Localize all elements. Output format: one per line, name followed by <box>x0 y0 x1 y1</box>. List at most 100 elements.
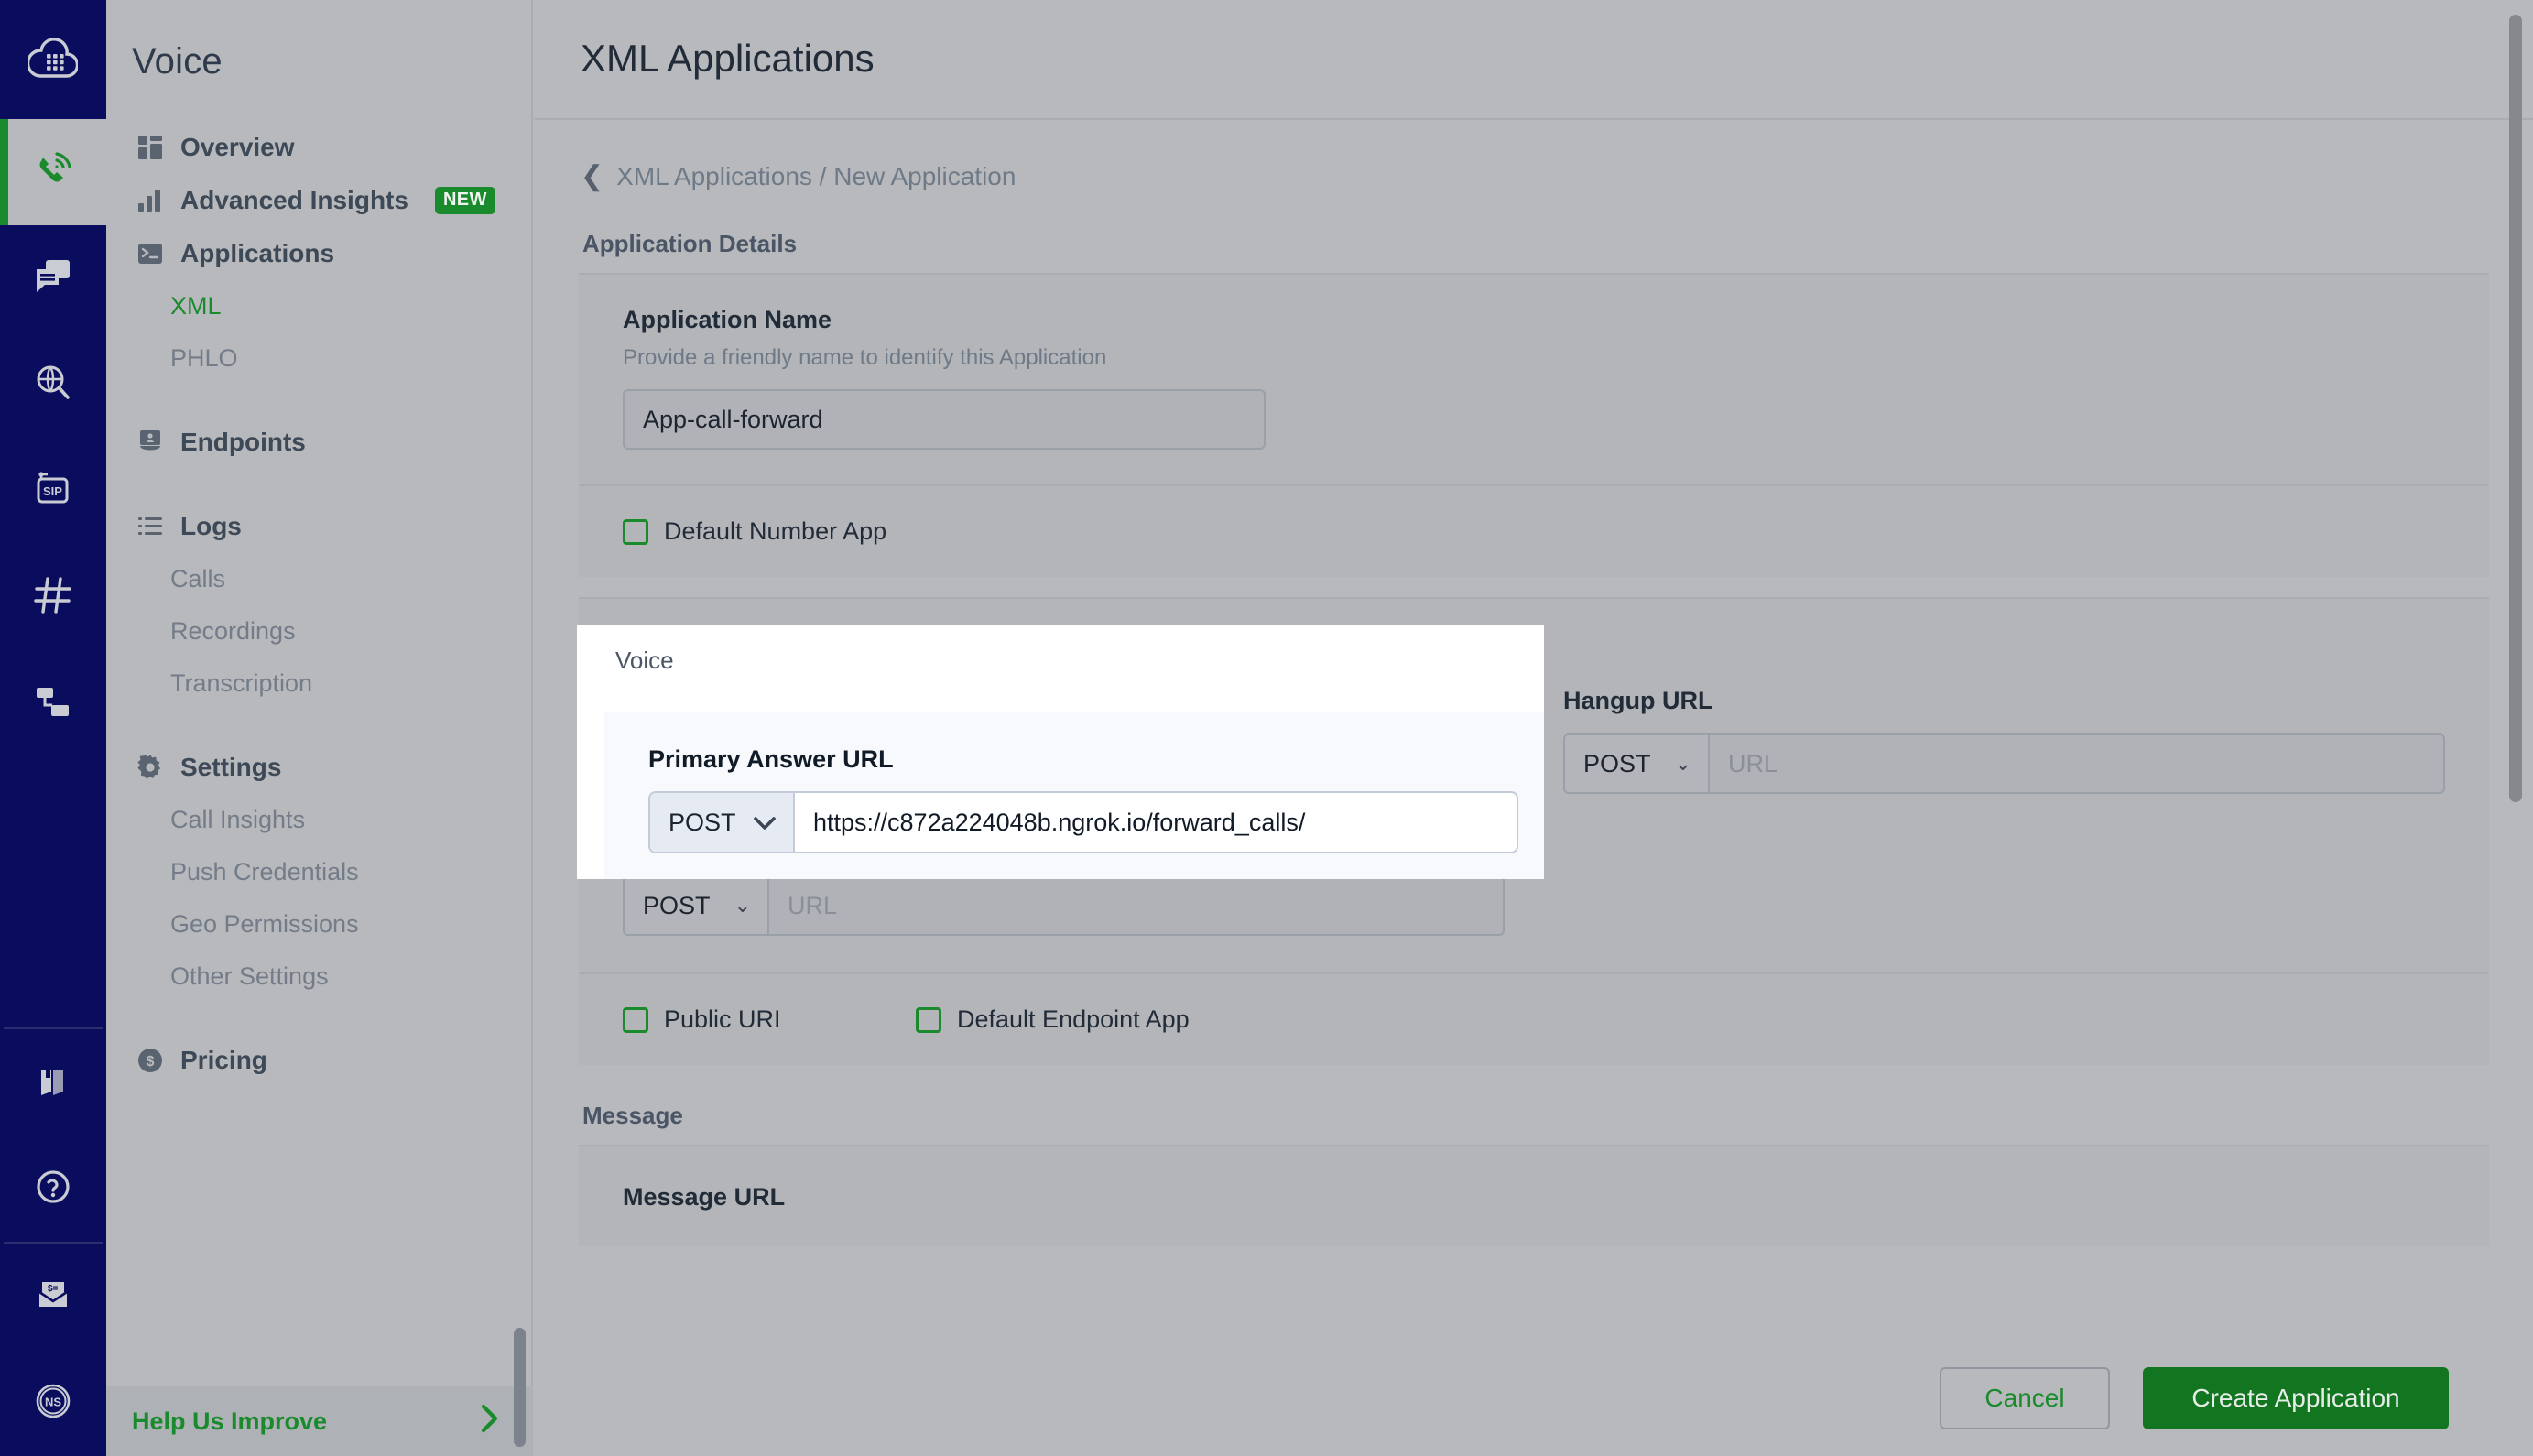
sidebar-item-label: Pricing <box>180 1046 267 1075</box>
sidebar-item-recordings[interactable]: Recordings <box>106 605 531 657</box>
sidebar-item-label: Logs <box>180 512 242 541</box>
svg-text:$=: $= <box>48 1284 59 1294</box>
sidebar-item-label: Calls <box>170 565 225 593</box>
fallback-answer-url-input[interactable]: URL <box>769 877 1503 934</box>
application-details-heading: Application Details <box>535 191 2533 258</box>
voice-section-title: Voice <box>577 625 1544 675</box>
hangup-url-method-select[interactable]: POST ⌄ <box>1565 735 1710 792</box>
breadcrumb[interactable]: ❮ XML Applications / New Application <box>535 120 2533 191</box>
question-circle-icon <box>32 1166 74 1212</box>
rail-item-flows[interactable] <box>0 650 106 756</box>
app-window: SIP <box>0 0 2533 1456</box>
rail-item-help[interactable] <box>0 1135 106 1242</box>
sidebar-item-label: Geo Permissions <box>170 910 359 939</box>
spotlight-method-select[interactable]: POST <box>650 793 795 852</box>
sidebar-item-endpoints[interactable]: Endpoints <box>106 416 531 469</box>
sidebar-item-logs[interactable]: Logs <box>106 500 531 553</box>
sidebar-item-label: Call Insights <box>170 806 305 834</box>
message-section-heading: Message <box>535 1065 2533 1130</box>
sidebar-item-push-credentials[interactable]: Push Credentials <box>106 846 531 898</box>
default-number-app-label: Default Number App <box>664 517 886 546</box>
hash-icon <box>32 574 74 621</box>
sidebar-item-phlo[interactable]: PHLO <box>106 332 531 385</box>
sidebar-item-pricing[interactable]: $ Pricing <box>106 1034 531 1087</box>
sidebar-title: Voice <box>106 0 531 82</box>
default-endpoint-app-label: Default Endpoint App <box>957 1005 1190 1034</box>
sidebar-item-calls[interactable]: Calls <box>106 553 531 605</box>
default-number-app-checkbox[interactable]: Default Number App <box>623 517 886 546</box>
spotlight-primary-answer-url-input[interactable]: https://c872a224048b.ngrok.io/forward_ca… <box>795 793 1517 852</box>
fallback-url-right-spacer <box>1563 829 2445 936</box>
chevron-down-icon: ⌄ <box>1675 754 1691 774</box>
breadcrumb-label: XML Applications / New Application <box>616 162 1016 191</box>
create-application-button[interactable]: Create Application <box>2143 1367 2449 1429</box>
rail-item-sip-trunking[interactable]: SIP <box>0 438 106 544</box>
application-name-input[interactable]: App-call-forward <box>623 389 1266 450</box>
flow-nodes-icon <box>31 679 75 728</box>
sidebar-scrollbar[interactable] <box>514 1328 526 1447</box>
rail-item-docs[interactable] <box>0 1029 106 1135</box>
sidebar-item-label: Push Credentials <box>170 858 359 886</box>
rail-item-account[interactable]: NS <box>0 1350 106 1456</box>
spotlight-voice-card: Primary Answer URL POST https://c872a224… <box>604 712 1544 879</box>
spotlight-highlight-region: Voice Primary Answer URL POST https://c8… <box>577 625 1544 879</box>
fallback-answer-url-field[interactable]: POST ⌄ URL <box>623 875 1505 936</box>
rail-item-voice[interactable] <box>0 119 106 225</box>
checkbox-icon <box>623 1007 648 1033</box>
method-value: POST <box>643 892 711 920</box>
page-title: XML Applications <box>581 37 2533 81</box>
dollar-circle-icon: $ <box>136 1046 165 1075</box>
method-value: POST <box>1583 750 1651 778</box>
primary-icon-rail: SIP <box>0 0 106 1456</box>
sidebar-item-label: Transcription <box>170 669 312 698</box>
message-url-label: Message URL <box>623 1183 2445 1212</box>
rail-item-lookup[interactable] <box>0 331 106 438</box>
hangup-url-field[interactable]: POST ⌄ URL <box>1563 733 2445 794</box>
sidebar-item-label: Endpoints <box>180 428 306 457</box>
main-header: XML Applications <box>535 0 2533 120</box>
rail-item-billing[interactable]: $= <box>0 1244 106 1350</box>
sidebar-item-settings[interactable]: Settings <box>106 741 531 794</box>
sidebar-item-label: Other Settings <box>170 962 329 991</box>
spotlight-primary-answer-url-field[interactable]: POST https://c872a224048b.ngrok.io/forwa… <box>648 791 1518 853</box>
sidebar-item-call-insights[interactable]: Call Insights <box>106 794 531 846</box>
sidebar-item-other-settings[interactable]: Other Settings <box>106 951 531 1003</box>
rail-bottom-group: $= NS <box>0 1027 106 1456</box>
sidebar-item-overview[interactable]: Overview <box>106 121 531 174</box>
nav-spacer-4 <box>106 1003 531 1034</box>
chevron-right-icon <box>480 1404 500 1440</box>
public-uri-checkbox[interactable]: Public URI <box>623 1005 916 1034</box>
checkbox-icon <box>623 519 648 545</box>
hangup-url-label: Hangup URL <box>1563 687 2445 715</box>
sidebar-item-advanced-insights[interactable]: Advanced Insights NEW <box>106 174 531 227</box>
fallback-answer-url-method-select[interactable]: POST ⌄ <box>625 877 769 934</box>
svg-text:$: $ <box>147 1054 155 1070</box>
message-card: Message URL <box>579 1145 2489 1246</box>
ns-avatar-icon: NS <box>31 1379 75 1428</box>
application-name-label: Application Name <box>623 306 2445 334</box>
help-us-improve-button[interactable]: Help Us Improve <box>106 1386 533 1456</box>
sidebar-item-xml[interactable]: XML <box>106 280 531 332</box>
cancel-button[interactable]: Cancel <box>1940 1367 2110 1429</box>
sidebar-nav: Overview Advanced Insights NEW <box>106 121 531 1087</box>
rail-item-messaging[interactable] <box>0 225 106 331</box>
sidebar-item-geo-permissions[interactable]: Geo Permissions <box>106 898 531 951</box>
message-url-row: Message URL <box>579 1146 2489 1246</box>
help-us-improve-label: Help Us Improve <box>132 1407 327 1436</box>
terminal-prompt-icon <box>136 239 165 268</box>
app-logo[interactable] <box>0 0 106 119</box>
sidebar-item-label: Settings <box>180 753 281 782</box>
footer-action-bar: Cancel Create Application <box>535 1341 2533 1456</box>
bar-chart-icon <box>136 186 165 215</box>
chevron-left-icon: ❮ <box>581 163 603 190</box>
sidebar-item-applications[interactable]: Applications <box>106 227 531 280</box>
sidebar-item-label: Overview <box>180 133 295 162</box>
sidebar-item-transcription[interactable]: Transcription <box>106 657 531 710</box>
main-scrollbar[interactable] <box>2509 15 2522 802</box>
application-name-row: Application Name Provide a friendly name… <box>579 275 2489 484</box>
spotlight-primary-answer-url-label: Primary Answer URL <box>648 745 1544 774</box>
rail-item-phone-numbers[interactable] <box>0 544 106 650</box>
hangup-url-input[interactable]: URL <box>1710 735 2443 792</box>
default-endpoint-app-checkbox[interactable]: Default Endpoint App <box>916 1005 1190 1034</box>
secondary-sidebar: Voice Overview <box>106 0 533 1456</box>
